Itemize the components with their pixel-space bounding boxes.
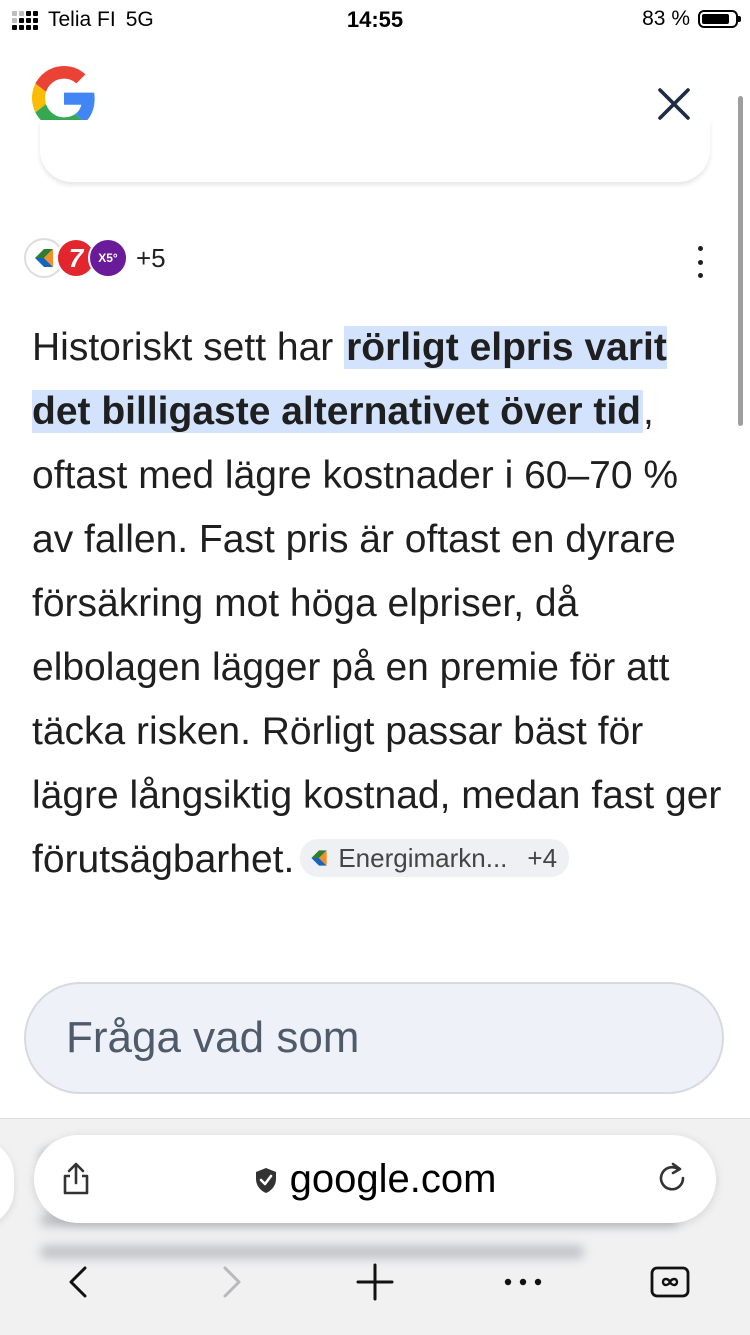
answer-body: , oftast med lägre kostnader i 60–70 % a… [32, 390, 722, 881]
battery-icon [698, 10, 741, 28]
more-options-icon[interactable] [688, 246, 712, 278]
scrollbar[interactable] [738, 96, 743, 426]
ask-input[interactable]: Fråga vad som [24, 982, 724, 1094]
search-shelf [40, 120, 710, 182]
forward-button[interactable] [205, 1257, 255, 1307]
answer-intro: Historiskt sett har [32, 326, 345, 369]
reload-icon[interactable] [652, 1159, 692, 1199]
url-text: google.com [289, 1157, 497, 1201]
more-button[interactable] [498, 1257, 548, 1307]
battery-percent: 83 % [642, 7, 690, 30]
clock: 14:55 [346, 7, 404, 32]
status-bar: Telia FI 5G 14:55 83 % [0, 0, 750, 40]
back-button[interactable] [55, 1257, 105, 1307]
browser-bottom-bar: google.com [0, 1118, 750, 1335]
close-icon [658, 88, 690, 120]
sources-more-count: +5 [136, 242, 166, 273]
citation-label: Energimarkn... [338, 842, 508, 873]
new-tab-button[interactable] [350, 1257, 400, 1307]
url-display[interactable]: google.com [34, 1157, 716, 1202]
address-bar[interactable]: google.com [34, 1135, 716, 1223]
new-tab-icon [356, 1263, 394, 1301]
ai-answer-text: Historiskt sett har rörligt elpris varit… [32, 316, 722, 892]
energimarknadsinspektionen-icon [311, 850, 327, 866]
back-icon [69, 1266, 87, 1298]
citation-more: +4 [527, 842, 558, 873]
citation-chip[interactable]: Energimarkn... +4 [300, 838, 570, 877]
ask-placeholder: Fråga vad som [66, 1013, 360, 1062]
x5-icon: X5° [88, 238, 128, 278]
shield-icon [255, 1167, 276, 1193]
forward-icon [223, 1266, 241, 1298]
more-icon [504, 1278, 542, 1286]
sources-row[interactable]: 7 X5° +5 [24, 238, 166, 278]
previous-tab-pill[interactable] [0, 1139, 14, 1227]
browser-toolbar [0, 1257, 750, 1317]
battery-info: 83 % [642, 7, 741, 31]
tabs-icon [650, 1266, 690, 1298]
tabs-button[interactable] [645, 1257, 695, 1307]
